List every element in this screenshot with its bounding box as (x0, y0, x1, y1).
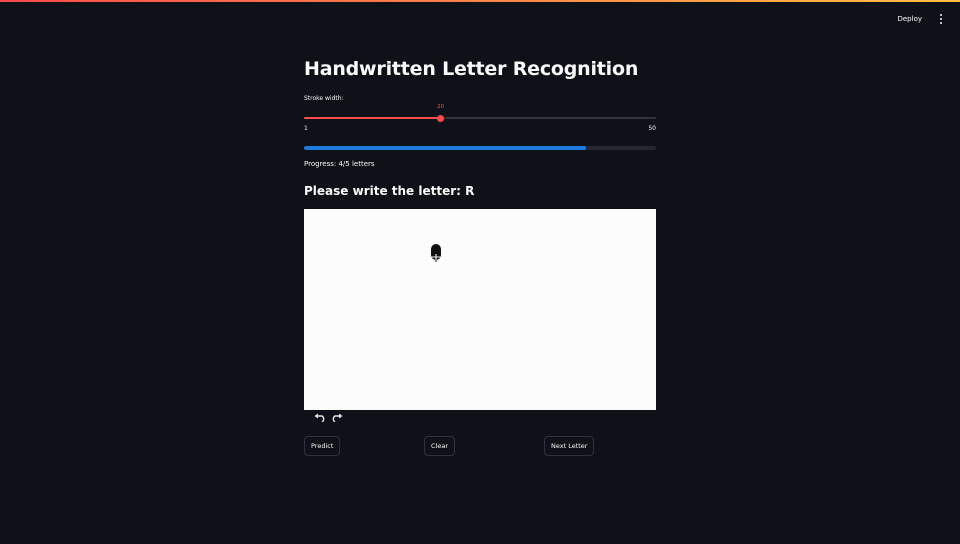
progress-bar (304, 146, 656, 150)
stroke-width-label: Stroke width: (304, 95, 344, 102)
slider-thumb[interactable] (436, 114, 444, 122)
slider-max-label: 50 (648, 125, 656, 132)
slider-fill (304, 117, 441, 119)
next-letter-button[interactable]: Next Letter (544, 436, 595, 456)
undo-icon[interactable] (314, 413, 327, 422)
drawing-canvas[interactable] (304, 209, 656, 410)
letter-prompt: Please write the letter: R (304, 184, 475, 198)
top-decoration-bar (0, 0, 960, 2)
deploy-button[interactable]: Deploy (893, 13, 926, 25)
predict-button[interactable]: Predict (304, 436, 341, 456)
progress-fill (304, 146, 586, 150)
app-page: Deploy Handwritten Letter Recognition St… (0, 0, 960, 544)
mouse-cursor-icon (431, 244, 441, 262)
clear-button[interactable]: Clear (424, 436, 455, 456)
canvas-toolbar (304, 410, 352, 424)
slider-min-label: 1 (304, 125, 308, 132)
stroke-width-value: 20 (436, 104, 444, 110)
stroke-width-slider[interactable] (304, 114, 656, 122)
header-actions: Deploy (893, 12, 946, 26)
more-vertical-icon[interactable] (936, 12, 946, 26)
redo-icon[interactable] (330, 413, 343, 422)
page-title: Handwritten Letter Recognition (304, 58, 639, 80)
progress-text: Progress: 4/5 letters (304, 160, 375, 168)
